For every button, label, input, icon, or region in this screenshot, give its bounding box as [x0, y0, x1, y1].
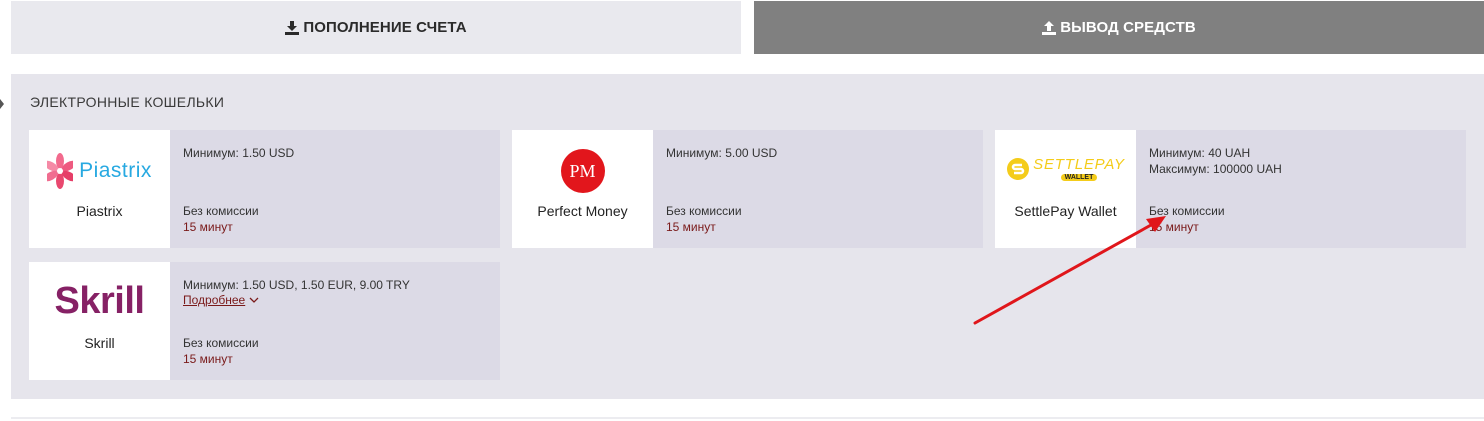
- piastrix-logo-text: Piastrix: [79, 159, 152, 182]
- section-title: ЭЛЕКТРОННЫЕ КОШЕЛЬКИ: [30, 94, 225, 110]
- tab-deposit[interactable]: ПОПОЛНЕНИЕ СЧЕТА: [11, 1, 741, 54]
- card-logo-box: PM Perfect Money: [512, 130, 653, 248]
- tab-withdraw[interactable]: ВЫВОД СРЕДСТВ: [754, 1, 1484, 54]
- payment-card-piastrix[interactable]: Piastrix Piastrix Минимум: 1.50 USD Без …: [29, 130, 500, 248]
- card-logo-box: Piastrix Piastrix: [29, 130, 170, 248]
- card-fee: Без комиссии: [666, 204, 742, 218]
- card-logo-box: SETTLEPAY WALLET SettlePay Wallet: [995, 130, 1136, 248]
- payment-card-settlepay[interactable]: SETTLEPAY WALLET SettlePay Wallet Миниму…: [995, 130, 1466, 248]
- card-info: Минимум: 40 UAH Максимум: 100000 UAH Без…: [1136, 130, 1466, 248]
- more-details-label: Подробнее: [183, 293, 246, 307]
- skrill-logo-text: Skrill: [54, 280, 145, 322]
- tab-withdraw-label: ВЫВОД СРЕДСТВ: [1060, 19, 1196, 36]
- collapse-toggle-icon[interactable]: [0, 99, 4, 109]
- skrill-logo: Skrill: [29, 280, 170, 323]
- card-minimum: Минимум: 5.00 USD: [666, 146, 778, 160]
- pm-logo-text: PM: [569, 160, 596, 181]
- card-info: Минимум: 5.00 USD Без комиссии 15 минут: [653, 130, 983, 248]
- card-name: Perfect Money: [537, 203, 628, 219]
- more-details-link[interactable]: Подробнее: [183, 293, 259, 307]
- settlepay-logo: SETTLEPAY WALLET: [995, 156, 1136, 181]
- card-maximum: Максимум: 100000 UAH: [1149, 162, 1282, 176]
- wallets-panel: ЭЛЕКТРОННЫЕ КОШЕЛЬКИ Piastrix Piastrix М…: [11, 74, 1484, 399]
- settlepay-s-icon: [1007, 157, 1030, 180]
- tab-deposit-label: ПОПОЛНЕНИЕ СЧЕТА: [303, 19, 467, 36]
- payment-tabs: ПОПОЛНЕНИЕ СЧЕТА ВЫВОД СРЕДСТВ: [11, 1, 1484, 54]
- card-minimum: Минимум: 1.50 USD, 1.50 EUR, 9.00 TRY: [183, 278, 410, 292]
- card-time: 15 минут: [1149, 220, 1199, 234]
- card-time: 15 минут: [666, 220, 716, 234]
- chevron-down-icon: [249, 297, 259, 303]
- card-info: Минимум: 1.50 USD Без комиссии 15 минут: [170, 130, 500, 248]
- card-fee: Без комиссии: [183, 336, 259, 350]
- card-name: SettlePay Wallet: [1014, 203, 1117, 219]
- card-fee: Без комиссии: [183, 204, 259, 218]
- download-icon: [285, 20, 300, 35]
- card-time: 15 минут: [183, 220, 233, 234]
- upload-icon: [1042, 20, 1057, 35]
- perfect-money-logo: PM: [512, 149, 653, 193]
- settlepay-logo-text: SETTLEPAY: [1033, 156, 1125, 173]
- piastrix-flower-icon: [47, 153, 74, 189]
- payment-card-perfect-money[interactable]: PM Perfect Money Минимум: 5.00 USD Без к…: [512, 130, 983, 248]
- piastrix-logo: Piastrix: [29, 152, 170, 190]
- card-minimum: Минимум: 1.50 USD: [183, 146, 295, 160]
- settlepay-wallet-badge: WALLET: [1060, 174, 1098, 181]
- card-fee: Без комиссии: [1149, 204, 1225, 218]
- card-time: 15 минут: [183, 352, 233, 366]
- payment-card-skrill[interactable]: Skrill Skrill Минимум: 1.50 USD, 1.50 EU…: [29, 262, 500, 380]
- card-info: Минимум: 1.50 USD, 1.50 EUR, 9.00 TRY По…: [170, 262, 500, 380]
- card-minimum: Минимум: 40 UAH: [1149, 146, 1251, 160]
- card-logo-box: Skrill Skrill: [29, 262, 170, 380]
- divider: [11, 417, 1484, 419]
- card-name: Skrill: [84, 335, 115, 351]
- card-name: Piastrix: [76, 203, 123, 219]
